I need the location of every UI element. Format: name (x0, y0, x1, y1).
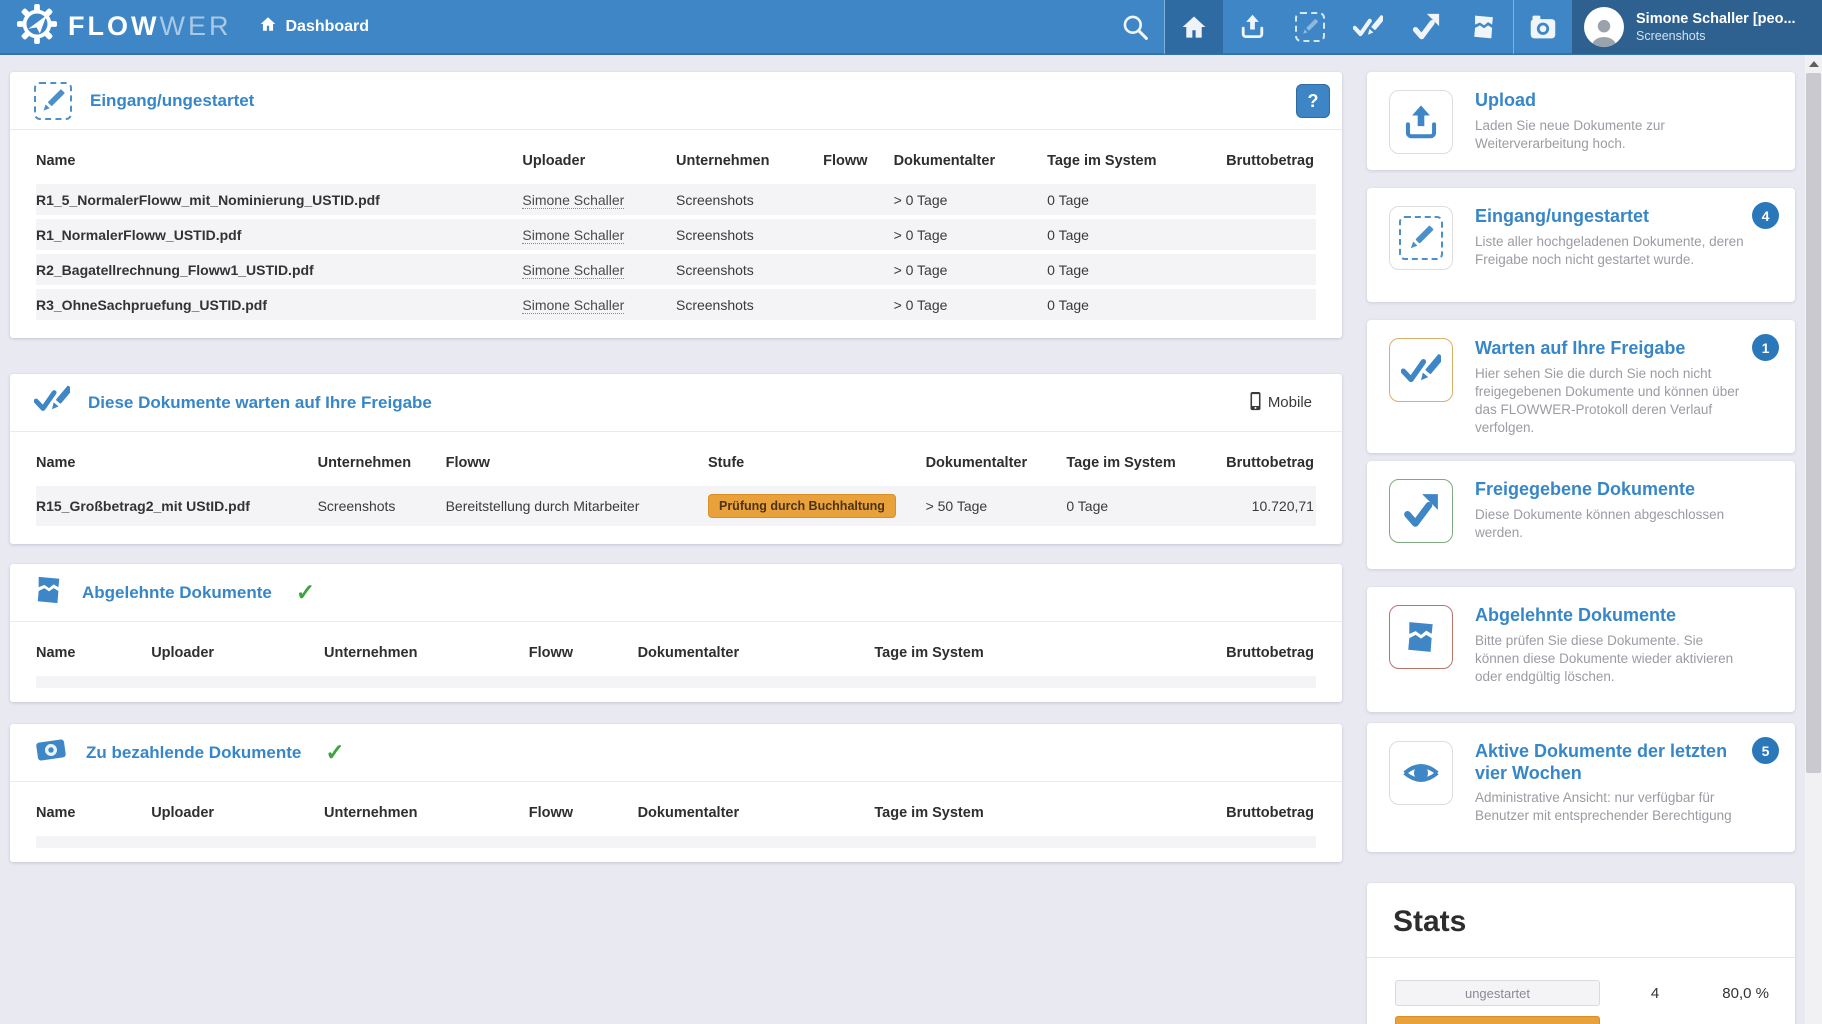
user-menu[interactable]: Simone Schaller [peo... Screenshots (1572, 0, 1822, 54)
inbox-unstarted-nav-icon[interactable] (1281, 0, 1339, 54)
panel-payable-documents: Zu bezahlende Dokumente ✓ Name Uploader … (10, 724, 1342, 862)
rejected-torn-document-nav-icon[interactable] (1455, 0, 1513, 54)
gear-plane-logo-icon (16, 3, 58, 50)
brand-name: FLOWWER (68, 11, 231, 42)
scrollbar[interactable] (1805, 55, 1822, 1024)
help-button[interactable]: ? (1296, 84, 1330, 118)
uploader-link[interactable]: Simone Schaller (522, 297, 624, 314)
table-row[interactable]: R15_Großbetrag2_mit UStID.pdf Screenshot… (36, 486, 1316, 526)
stat-count: 4 (1600, 985, 1710, 1002)
stats-panel: Stats ungestartet 4 80,0 % Stufe 1 1 20,… (1367, 883, 1795, 1024)
empty-table-row (36, 676, 1316, 688)
count-badge: 5 (1752, 737, 1779, 764)
phone-icon (1249, 391, 1262, 415)
card-description: Diese Dokumente können abgeschlossen wer… (1475, 506, 1777, 542)
inbox-unstarted-icon (1389, 206, 1453, 270)
stat-row: ungestartet 4 80,0 % (1393, 980, 1769, 1006)
scrollbar-up-arrow-icon[interactable] (1805, 55, 1822, 72)
table-header: Name Uploader Unternehmen Floww Dokument… (36, 134, 1316, 184)
panel-title: Abgelehnte Dokumente (82, 583, 272, 603)
upload-nav-icon[interactable] (1223, 0, 1281, 54)
user-name: Simone Schaller [peo... (1636, 11, 1796, 27)
table-row[interactable]: R2_Bagatellrechnung_Floww1_USTID.pdf Sim… (36, 254, 1316, 285)
card-title: Freigegebene Dokumente (1475, 479, 1777, 501)
user-company: Screenshots (1636, 29, 1796, 43)
banknote-icon (34, 735, 68, 770)
table-header: Name Uploader Unternehmen Floww Dokument… (36, 786, 1316, 836)
card-description: Administrative Ansicht: nur verfügbar fü… (1475, 789, 1777, 825)
card-description: Laden Sie neue Dokumente zur Weiterverar… (1475, 117, 1777, 153)
stats-title: Stats (1393, 905, 1769, 939)
stat-row: Stufe 1 1 20,0 % (1393, 1016, 1769, 1024)
card-released-documents[interactable]: Freigegebene Dokumente Diese Dokumente k… (1367, 461, 1795, 569)
table-row[interactable]: R3_OhneSachpruefung_USTID.pdf Simone Sch… (36, 289, 1316, 320)
table-row[interactable]: R1_5_NormalerFloww_mit_Nominierung_USTID… (36, 184, 1316, 215)
stat-percent: 80,0 % (1710, 985, 1769, 1002)
table-header: Name Uploader Unternehmen Floww Dokument… (36, 626, 1316, 676)
brand-logo[interactable]: FLOWWER (0, 3, 231, 50)
uploader-link[interactable]: Simone Schaller (522, 227, 624, 244)
upload-icon (1389, 90, 1453, 154)
table-row[interactable]: R1_NormalerFloww_USTID.pdf Simone Schall… (36, 219, 1316, 250)
table-header: Name Unternehmen Floww Stufe Dokumentalt… (36, 436, 1316, 486)
stat-count: 1 (1600, 1021, 1710, 1024)
scrollbar-thumb[interactable] (1806, 73, 1821, 773)
card-title: Eingang/ungestartet (1475, 206, 1777, 228)
card-title: Abgelehnte Dokumente (1475, 605, 1777, 627)
panel-title: Eingang/ungestartet (90, 91, 254, 111)
card-active-documents[interactable]: Aktive Dokumente der letzten vier Wochen… (1367, 723, 1795, 852)
stat-bar-stufe-1: Stufe 1 (1395, 1016, 1600, 1024)
all-clear-check-icon: ✓ (325, 739, 344, 766)
torn-document-icon (34, 575, 64, 610)
check-pencil-icon (1389, 338, 1453, 402)
released-arrow-icon (1389, 479, 1453, 543)
stat-percent: 20,0 % (1710, 1021, 1769, 1024)
card-awaiting-approval[interactable]: Warten auf Ihre Freigabe Hier sehen Sie … (1367, 320, 1795, 453)
stage-badge: Prüfung durch Buchhaltung (708, 494, 896, 518)
released-arrow-nav-icon[interactable] (1397, 0, 1455, 54)
mobile-link[interactable]: Mobile (1249, 391, 1312, 415)
eye-icon (1389, 741, 1453, 805)
uploader-link[interactable]: Simone Schaller (522, 192, 624, 209)
search-icon[interactable] (1106, 0, 1164, 54)
torn-document-icon (1389, 605, 1453, 669)
active-documents-camera-nav-icon[interactable] (1514, 0, 1572, 54)
card-description: Bitte prüfen Sie diese Dokumente. Sie kö… (1475, 632, 1777, 687)
home-small-icon (259, 15, 277, 38)
panel-inbox-unstarted: Eingang/ungestartet ? Name Uploader Unte… (10, 72, 1342, 338)
all-clear-check-icon: ✓ (296, 579, 315, 606)
panel-title: Zu bezahlende Dokumente (86, 743, 301, 763)
count-badge: 1 (1752, 334, 1779, 361)
empty-table-row (36, 836, 1316, 848)
card-rejected-documents[interactable]: Abgelehnte Dokumente Bitte prüfen Sie di… (1367, 587, 1795, 712)
top-navbar: FLOWWER Dashboard (0, 0, 1822, 55)
card-description: Liste aller hochgeladenen Dokumente, der… (1475, 233, 1777, 269)
panel-rejected-documents: Abgelehnte Dokumente ✓ Name Uploader Unt… (10, 564, 1342, 702)
card-description: Hier sehen Sie die durch Sie noch nicht … (1475, 365, 1777, 438)
count-badge: 4 (1752, 202, 1779, 229)
card-title: Upload (1475, 90, 1777, 112)
check-pencil-icon (34, 383, 70, 422)
card-title: Aktive Dokumente der letzten vier Wochen (1475, 741, 1777, 784)
navbar-actions: Simone Schaller [peo... Screenshots (1106, 0, 1822, 54)
card-title: Warten auf Ihre Freigabe (1475, 338, 1777, 360)
home-nav-icon[interactable] (1165, 0, 1223, 54)
user-avatar-icon (1584, 7, 1624, 47)
approval-check-pencil-nav-icon[interactable] (1339, 0, 1397, 54)
stat-bar-ungestartet: ungestartet (1395, 980, 1600, 1006)
uploader-link[interactable]: Simone Schaller (522, 262, 624, 279)
card-inbox-unstarted[interactable]: Eingang/ungestartet Liste aller hochgela… (1367, 188, 1795, 302)
panel-awaiting-approval: Diese Dokumente warten auf Ihre Freigabe… (10, 374, 1342, 544)
breadcrumb-dashboard[interactable]: Dashboard (259, 15, 369, 38)
inbox-unstarted-icon (34, 82, 72, 120)
card-upload[interactable]: Upload Laden Sie neue Dokumente zur Weit… (1367, 72, 1795, 170)
panel-title: Diese Dokumente warten auf Ihre Freigabe (88, 393, 432, 413)
